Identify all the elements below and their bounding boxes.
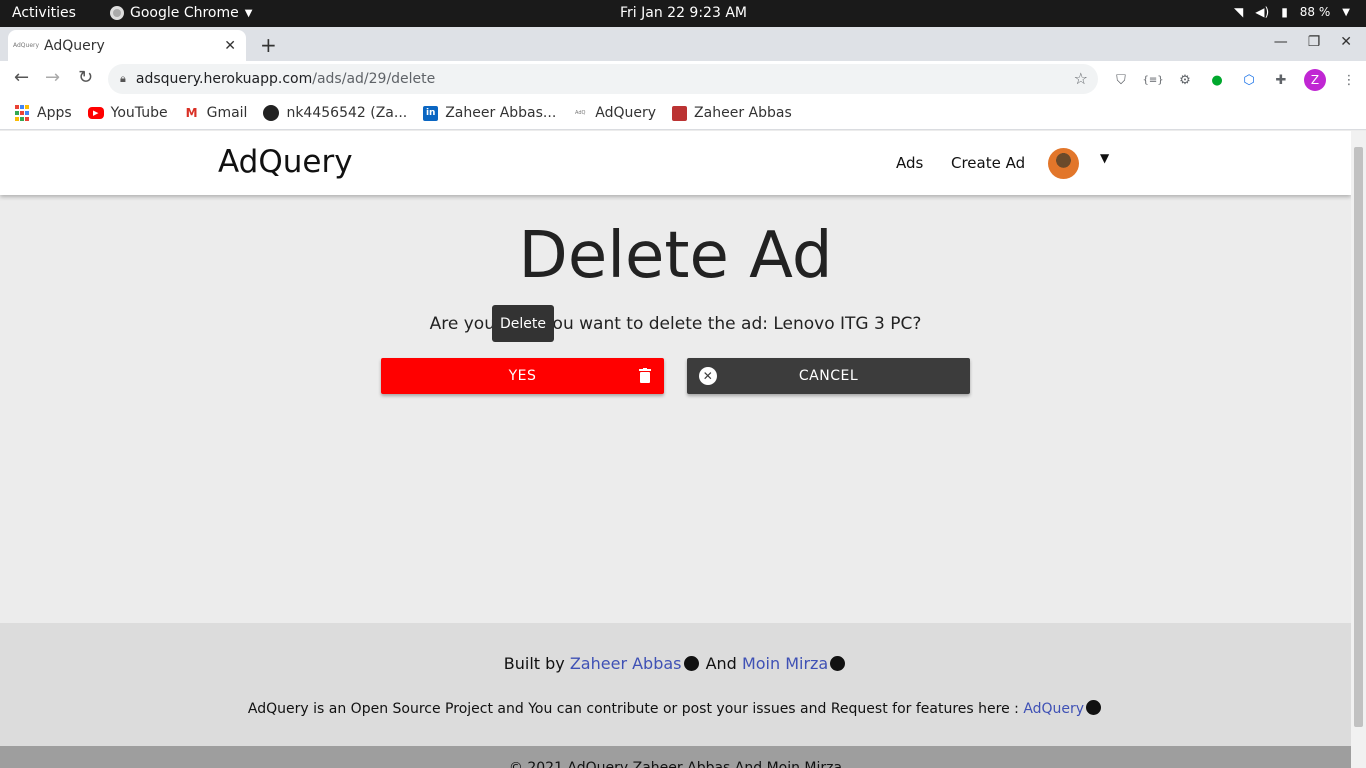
url-path: /ads/ad/29/delete bbox=[312, 71, 436, 87]
profile-photo-icon bbox=[672, 105, 688, 121]
user-avatar[interactable] bbox=[1048, 148, 1079, 179]
caret-down-icon: ▼ bbox=[1342, 6, 1350, 18]
built-prefix: Built by bbox=[503, 654, 565, 673]
chrome-icon bbox=[110, 6, 124, 20]
back-icon[interactable]: ← bbox=[14, 67, 29, 88]
extensions-area: ⛉ {≡} ⚙ ● ⬡ ✚ Z ⋮ bbox=[1112, 69, 1358, 91]
puzzle-extensions-icon[interactable]: ✚ bbox=[1272, 71, 1290, 89]
scrollbar-thumb[interactable] bbox=[1354, 147, 1363, 727]
apps-grid-icon bbox=[14, 105, 30, 121]
bookmark-label: Zaheer Abbas bbox=[694, 105, 792, 121]
bookmark-apps[interactable]: Apps bbox=[14, 105, 72, 121]
address-bar[interactable]: 🔒︎ adsquery.herokuapp.com/ads/ad/29/dele… bbox=[108, 64, 1098, 94]
os-top-bar: Activities Google Chrome ▼ Fri Jan 22 9:… bbox=[0, 0, 1366, 27]
battery-percent: 88 % bbox=[1299, 5, 1331, 19]
adquery-icon: AdQ bbox=[575, 110, 586, 116]
bookmark-youtube[interactable]: ▶ YouTube bbox=[87, 105, 168, 121]
bookmark-label: AdQuery bbox=[595, 105, 657, 121]
reload-icon[interactable]: ↻ bbox=[78, 67, 93, 88]
page-scrollbar[interactable] bbox=[1351, 131, 1366, 768]
bookmark-label: nk4456542 (Za... bbox=[286, 105, 408, 121]
lock-icon: 🔒︎ bbox=[120, 72, 126, 85]
youtube-icon: ▶ bbox=[87, 107, 104, 119]
json-viewer-icon[interactable]: {≡} bbox=[1142, 71, 1163, 89]
clock[interactable]: Fri Jan 22 9:23 AM bbox=[620, 5, 747, 21]
window-controls: — ❐ ✕ bbox=[1274, 34, 1352, 50]
github-icon[interactable] bbox=[1086, 700, 1102, 715]
caret-down-icon[interactable]: ▼ bbox=[1100, 151, 1109, 165]
evernote-icon[interactable]: ● bbox=[1208, 71, 1226, 89]
built-by-line: Built by Zaheer Abbas And Moin Mirza bbox=[0, 654, 1351, 673]
app-header: AdQuery Ads Create Ad ▼ bbox=[0, 131, 1351, 195]
author2-link[interactable]: Moin Mirza bbox=[742, 654, 828, 673]
url-host: adsquery.herokuapp.com bbox=[135, 71, 313, 87]
oss-repo-link[interactable]: AdQuery bbox=[1023, 701, 1084, 717]
battery-icon: ▮ bbox=[1281, 5, 1288, 19]
bookmark-linkedin[interactable]: in Zaheer Abbas... bbox=[423, 105, 556, 121]
cancel-button[interactable]: ✕ CANCEL bbox=[687, 358, 970, 394]
wifi-icon: ◥ bbox=[1234, 5, 1244, 19]
app-menu[interactable]: Google Chrome ▼ bbox=[110, 5, 252, 21]
page-viewport: AdQuery Ads Create Ad ▼ Delete Ad Are yo… bbox=[0, 131, 1366, 768]
profile-avatar[interactable]: Z bbox=[1304, 69, 1326, 91]
and-text: And bbox=[705, 654, 737, 673]
app-menu-label: Google Chrome bbox=[130, 5, 239, 21]
oss-text: AdQuery is an Open Source Project and Yo… bbox=[247, 701, 1019, 717]
copyright-text: © 2021 AdQuery Zaheer Abbas And Moin Mir… bbox=[508, 760, 843, 768]
close-circle-icon: ✕ bbox=[699, 367, 717, 385]
bookmark-gmail[interactable]: M Gmail bbox=[184, 105, 248, 121]
footer: Built by Zaheer Abbas And Moin Mirza AdQ… bbox=[0, 623, 1351, 746]
page-title: Delete Ad bbox=[518, 219, 833, 293]
system-status[interactable]: ◥ ◀) ▮ 88 % ▼ bbox=[1234, 5, 1350, 19]
open-source-line: AdQuery is an Open Source Project and Yo… bbox=[0, 700, 1351, 717]
tab-title: AdQuery bbox=[44, 37, 105, 54]
copyright-bar: © 2021 AdQuery Zaheer Abbas And Moin Mir… bbox=[0, 746, 1351, 768]
bookmark-label: YouTube bbox=[110, 105, 168, 121]
github-icon bbox=[263, 105, 280, 121]
brand-logo[interactable]: AdQuery bbox=[218, 144, 353, 180]
bookmark-github[interactable]: nk4456542 (Za... bbox=[263, 105, 407, 121]
settings-extension-icon[interactable]: ⚙ bbox=[1176, 71, 1194, 89]
adquery-favicon-icon: AdQuery bbox=[12, 42, 40, 49]
github-icon[interactable] bbox=[830, 656, 846, 671]
trash-icon bbox=[639, 368, 651, 383]
close-window-icon[interactable]: ✕ bbox=[1340, 34, 1352, 50]
cancel-label: CANCEL bbox=[798, 368, 859, 384]
browser-toolbar: ← → ↻ 🔒︎ adsquery.herokuapp.com/ads/ad/2… bbox=[0, 61, 1366, 97]
bookmarks-bar: Apps ▶ YouTube M Gmail nk4456542 (Za... … bbox=[0, 97, 1366, 130]
yes-delete-button[interactable]: YES bbox=[381, 358, 664, 394]
yes-label: YES bbox=[508, 368, 537, 384]
nav-create-ad-link[interactable]: Create Ad bbox=[951, 154, 1025, 172]
bookmark-adquery[interactable]: AdQ AdQuery bbox=[572, 105, 656, 121]
gmail-icon: M bbox=[185, 106, 198, 120]
delete-tooltip: Delete bbox=[492, 305, 554, 342]
bookmark-label: Zaheer Abbas... bbox=[445, 105, 557, 121]
bookmark-zaheer[interactable]: Zaheer Abbas bbox=[672, 105, 792, 121]
menu-kebab-icon[interactable]: ⋮ bbox=[1340, 71, 1358, 89]
volume-icon: ◀) bbox=[1255, 5, 1270, 19]
browser-tab[interactable]: AdQuery AdQuery ✕ bbox=[8, 30, 246, 61]
activities-button[interactable]: Activities bbox=[12, 5, 76, 21]
github-icon[interactable] bbox=[683, 656, 699, 671]
tab-strip: AdQuery AdQuery ✕ bbox=[0, 27, 1366, 61]
author1-link[interactable]: Zaheer Abbas bbox=[570, 654, 682, 673]
close-tab-icon[interactable]: ✕ bbox=[224, 38, 236, 54]
restore-icon[interactable]: ❐ bbox=[1308, 34, 1321, 50]
caret-down-icon: ▼ bbox=[244, 7, 253, 19]
code-extension-icon[interactable]: ⬡ bbox=[1240, 71, 1258, 89]
ublock-icon[interactable]: ⛉ bbox=[1112, 71, 1130, 89]
forward-icon[interactable]: → bbox=[45, 67, 60, 88]
confirm-question: Are you sure you want to delete the ad: … bbox=[429, 314, 922, 334]
minimize-icon[interactable]: — bbox=[1274, 34, 1288, 50]
linkedin-icon: in bbox=[423, 105, 439, 121]
bookmark-star-icon[interactable]: ☆ bbox=[1074, 69, 1088, 88]
nav-ads-link[interactable]: Ads bbox=[896, 154, 923, 172]
bookmark-label: Gmail bbox=[206, 105, 248, 121]
new-tab-icon[interactable]: + bbox=[260, 33, 277, 57]
bookmark-label: Apps bbox=[37, 105, 72, 121]
